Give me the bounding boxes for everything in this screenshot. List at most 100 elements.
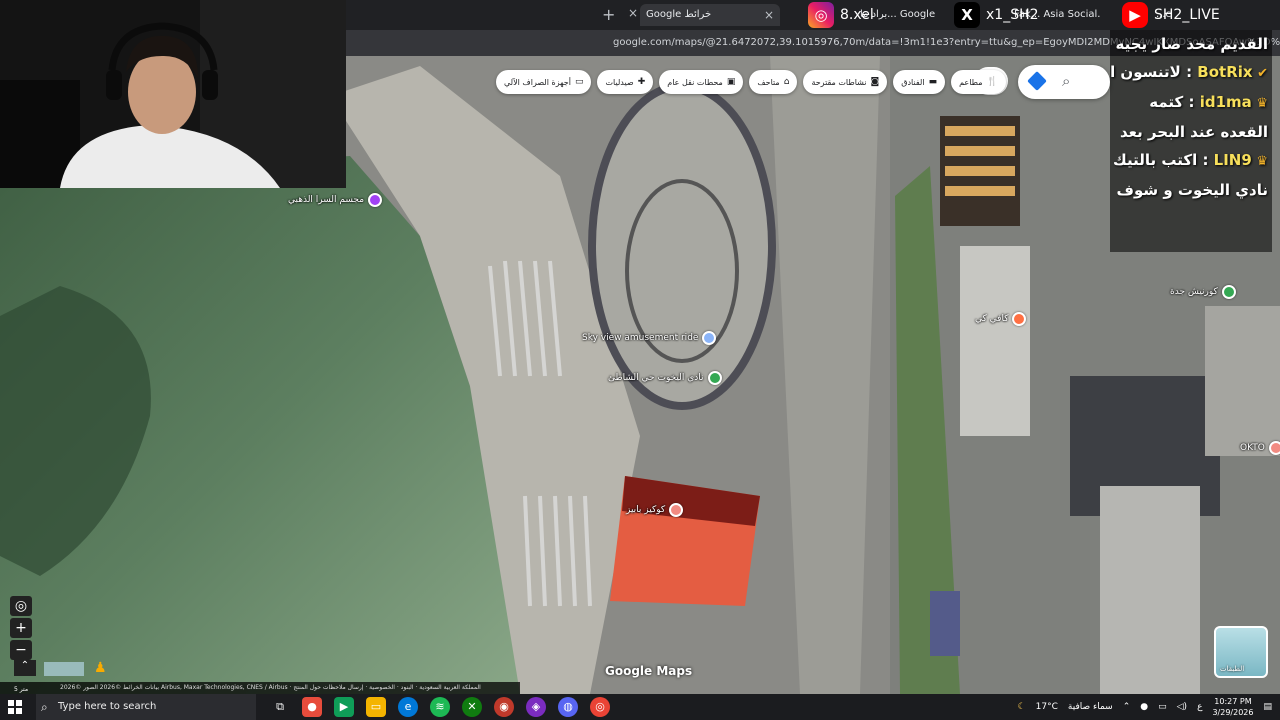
screen: ⌕ ع 🍴مطاعم▬الفنادق◙نشاطات مقترحة⌂متاحف▣م…: [0, 0, 1280, 720]
x-icon: X: [954, 2, 980, 28]
bot-badge-icon: ✔: [1252, 66, 1268, 81]
taskbar-search[interactable]: ⌕ Type here to search: [36, 694, 256, 720]
chat-text: كتمه: [1149, 93, 1184, 111]
museum-icon: ⌂: [783, 77, 790, 87]
weather-label[interactable]: سماء صافية: [1068, 702, 1113, 712]
close-icon[interactable]: ×: [764, 4, 774, 26]
chat-text: القديم محد صار يجيه: [1115, 35, 1268, 53]
poi-label: كافي كي: [975, 314, 1009, 324]
pharmacy-icon: ✚: [637, 77, 646, 87]
play-icon[interactable]: ▶: [334, 697, 354, 717]
windows-start-icon[interactable]: [8, 700, 22, 714]
food-pin-icon: [669, 503, 684, 517]
chip-1[interactable]: ▬ الفنادق: [893, 70, 946, 94]
taskbar-apps: ⧉ ● ▶ ▭ e ≋ ✕ ◉ ◈ ◍ ◎: [270, 697, 610, 717]
chat-message: القعده عند البحر بعد: [1110, 118, 1272, 146]
crown-badge-icon: ♛: [1251, 154, 1268, 169]
tab-title: Google خرائط: [646, 9, 712, 20]
clock[interactable]: 10:27 PM 3/29/2026: [1212, 696, 1253, 718]
zoom-in-button[interactable]: +: [10, 618, 32, 638]
new-tab-button[interactable]: +: [602, 5, 615, 24]
file-explorer-icon[interactable]: ▭: [366, 697, 386, 717]
xbox-icon[interactable]: ✕: [462, 697, 482, 717]
chip-4[interactable]: ▣ محطات نقل عام: [659, 70, 744, 94]
layers-label: الطبقات: [1220, 665, 1245, 673]
chip-6[interactable]: ▭ أجهزة الصراف الآلي: [496, 70, 592, 94]
temperature-label: 17°C: [1035, 702, 1058, 712]
poi-label: OKTO: [1240, 443, 1265, 453]
copilot-icon[interactable]: ●: [302, 697, 322, 717]
search-icon[interactable]: ⌕: [1062, 72, 1070, 90]
poi-cafe[interactable]: كافي كي: [975, 312, 1027, 326]
poi-label: كورنيش جدة: [1170, 287, 1218, 297]
park-pin-icon: [707, 371, 722, 385]
camera-icon: ◙: [870, 77, 880, 87]
search-box[interactable]: ⌕: [1018, 65, 1110, 99]
map-scale: 5 متر: [14, 686, 29, 693]
chat-username: id1ma: [1199, 93, 1252, 111]
mic-icon[interactable]: ●: [1140, 702, 1148, 712]
youtube-handle: ▶ SH2_LIVE: [1122, 0, 1220, 30]
instagram-handle: ◎ 8.xel: [808, 0, 874, 30]
notification-icon[interactable]: ▤: [1263, 702, 1272, 712]
imagery-thumbnails[interactable]: [44, 662, 84, 676]
chip-label: مطاعم: [959, 77, 983, 87]
tab-google-maps[interactable]: Google خرائط ×: [640, 4, 780, 26]
poi-yacht-club[interactable]: نادي اليخوت حي الشاطئ: [608, 371, 722, 385]
volume-icon[interactable]: ◁): [1177, 702, 1187, 712]
twitch-icon[interactable]: ◈: [526, 697, 546, 717]
chip-3[interactable]: ⌂ متاحف: [749, 70, 798, 94]
expand-icon[interactable]: ⌃: [14, 660, 36, 676]
media-icon[interactable]: ◉: [494, 697, 514, 717]
poi-corniche[interactable]: كورنيش جدة: [1170, 285, 1236, 299]
windows-taskbar: ⌕ Type here to search ⧉ ● ▶ ▭ e ≋ ✕ ◉ ◈ …: [0, 694, 1280, 720]
poi-sky-view[interactable]: Sky view amusement ride: [582, 331, 717, 345]
edge-icon[interactable]: e: [398, 697, 418, 717]
layers-button[interactable]: الطبقات: [1214, 626, 1268, 678]
attraction-pin-icon: [702, 331, 717, 345]
crown-badge-icon: ♛: [1251, 96, 1268, 111]
instagram-icon: ◎: [808, 2, 834, 28]
chat-message: القديم محد صار يجيه: [1110, 30, 1272, 58]
clock-time: 10:27 PM: [1214, 697, 1252, 706]
poi-label: كوكيز بابيز: [626, 505, 666, 515]
chip-label: الفنادق: [901, 77, 925, 87]
zoom-out-button[interactable]: −: [10, 640, 32, 660]
chat-message: ✔ BotRix : لاتنسون الفولو: [1110, 58, 1272, 88]
poi-label: مجسم السرا الذهبي: [288, 195, 365, 205]
chip-0[interactable]: 🍴 مطاعم: [951, 70, 1006, 94]
directions-icon[interactable]: [1027, 71, 1047, 91]
chip-label: متاحف: [757, 77, 780, 87]
chip-label: نشاطات مقترحة: [811, 77, 867, 87]
pegman-icon[interactable]: ♟: [94, 660, 107, 676]
poi-okto[interactable]: OKTO: [1240, 441, 1280, 455]
poi-label: نادي اليخوت حي الشاطئ: [608, 373, 704, 383]
x-label: x1_SH2: [986, 7, 1039, 23]
poi-label: Sky view amusement ride: [582, 333, 699, 343]
language-indicator[interactable]: ع: [1197, 702, 1202, 712]
discord-icon[interactable]: ◍: [558, 697, 578, 717]
chat-message: ♛ id1ma : كتمه: [1110, 88, 1272, 118]
close-icon[interactable]: ×: [628, 6, 638, 20]
map-attribution[interactable]: بيانات الخرائط ©2026 الصور ©2026 Airbus,…: [0, 682, 520, 694]
bed-icon: ▬: [928, 77, 938, 87]
my-location-icon[interactable]: ◎: [10, 596, 32, 616]
food-pin-icon: [1268, 441, 1280, 455]
task-view-icon[interactable]: ⧉: [270, 697, 290, 717]
youtube-label: SH2_LIVE: [1154, 7, 1220, 23]
network-icon[interactable]: ▭: [1158, 702, 1167, 712]
chip-label: أجهزة الصراف الآلي: [504, 77, 571, 87]
chrome-icon[interactable]: ◎: [590, 697, 610, 717]
chip-5[interactable]: ✚ صيدليات: [597, 70, 654, 94]
chip-2[interactable]: ◙ نشاطات مقترحة: [803, 70, 888, 94]
chip-label: صيدليات: [605, 77, 634, 87]
search-icon: ⌕: [41, 700, 48, 714]
category-chips: 🍴 مطاعم ▬ الفنادق ◙ نشاطات مقترحة ⌂ متاحف ▣ محطات…: [496, 70, 1006, 94]
poi-golden-sculpture[interactable]: مجسم السرا الذهبي: [288, 193, 383, 207]
poi-cookies[interactable]: كوكيز بابيز: [626, 503, 684, 517]
tray-chevron-icon[interactable]: ⌃: [1123, 702, 1131, 712]
chat-message: نادي اليخوت و شوف: [1110, 176, 1272, 204]
spotify-icon[interactable]: ≋: [430, 697, 450, 717]
chat-text: اكتب بالتيك: [1113, 151, 1198, 169]
instagram-label: 8.xel: [840, 7, 874, 23]
